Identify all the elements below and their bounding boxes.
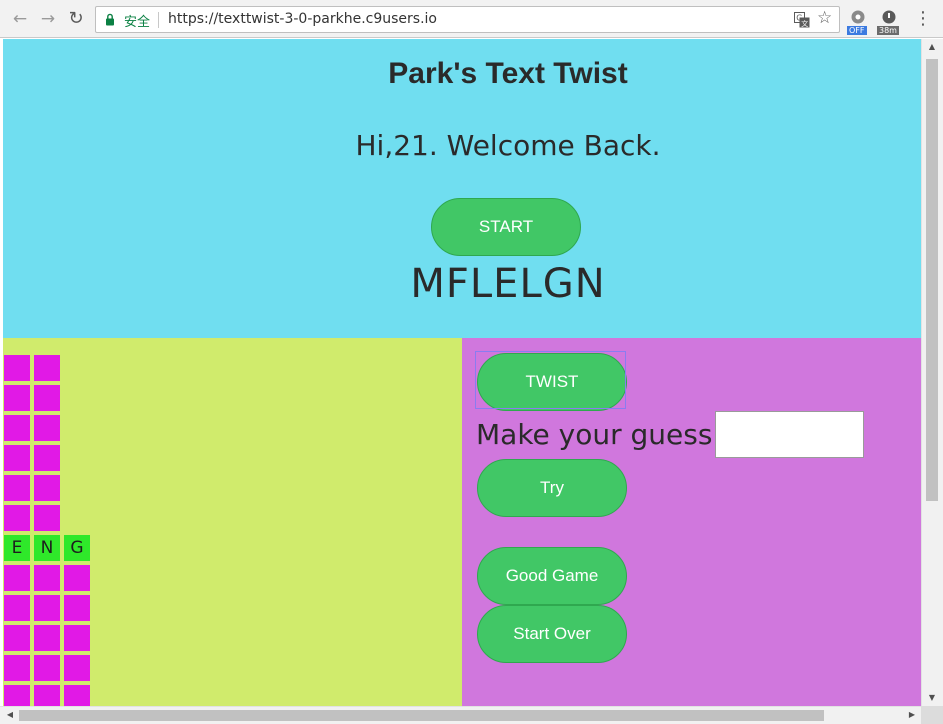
word-tile xyxy=(34,415,60,441)
control-panel: TWIST Make your guess: Try Good Game Sta… xyxy=(462,338,921,706)
url-text[interactable]: https://texttwist-3-0-parkhe.c9users.io xyxy=(168,11,437,27)
page-viewport: Park's Text Twist Hi,21. Welcome Back. S… xyxy=(3,39,921,706)
good-game-button[interactable]: Good Game xyxy=(477,547,627,605)
word-tile xyxy=(34,355,60,381)
word-tile xyxy=(64,595,90,621)
extension-timer-icon[interactable]: 38m xyxy=(877,10,899,35)
vertical-scrollbar[interactable]: ▲ ▼ xyxy=(921,39,943,706)
word-tile xyxy=(4,565,30,591)
word-tile xyxy=(64,625,90,651)
back-arrow-icon[interactable]: ← xyxy=(10,9,30,29)
horizontal-scrollbar[interactable]: ◀ ▶ xyxy=(0,706,921,724)
word-tile xyxy=(4,625,30,651)
guess-input[interactable] xyxy=(715,411,864,458)
lock-icon xyxy=(106,13,114,26)
omnibox-divider xyxy=(158,12,159,28)
word-board: ENG xyxy=(3,338,462,706)
word-tile xyxy=(34,595,60,621)
word-tile xyxy=(34,445,60,471)
menu-icon[interactable]: ⋮ xyxy=(914,9,932,29)
forward-arrow-icon[interactable]: → xyxy=(38,9,58,29)
word-tile xyxy=(4,355,30,381)
word-tile xyxy=(64,565,90,591)
start-button[interactable]: START xyxy=(431,198,581,256)
extension-icon[interactable]: OFF xyxy=(847,10,869,35)
word-tile xyxy=(34,475,60,501)
word-tile xyxy=(4,415,30,441)
twist-button[interactable]: TWIST xyxy=(477,353,627,411)
guess-label: Make your guess: xyxy=(476,418,722,451)
word-tile xyxy=(34,565,60,591)
page-title: Park's Text Twist xyxy=(388,57,628,90)
word-tile xyxy=(34,685,60,706)
scroll-left-icon[interactable]: ◀ xyxy=(3,710,17,719)
word-tile: E xyxy=(4,535,30,561)
extension-badge: OFF xyxy=(847,26,867,35)
word-tile xyxy=(4,595,30,621)
reload-icon[interactable]: ↻ xyxy=(66,9,86,29)
word-tile xyxy=(34,505,60,531)
scroll-down-icon[interactable]: ▼ xyxy=(925,693,939,702)
translate-icon[interactable]: G 文 xyxy=(794,12,810,28)
word-tile xyxy=(4,445,30,471)
header-panel: Park's Text Twist Hi,21. Welcome Back. S… xyxy=(3,39,921,338)
word-tile: N xyxy=(34,535,60,561)
word-tile xyxy=(4,685,30,706)
address-bar[interactable]: 安全 https://texttwist-3-0-parkhe.c9users.… xyxy=(95,6,840,33)
word-tile xyxy=(4,655,30,681)
scroll-up-icon[interactable]: ▲ xyxy=(925,42,939,51)
scrambled-letters: MFLELGN xyxy=(410,261,606,307)
word-tile xyxy=(64,685,90,706)
svg-text:文: 文 xyxy=(801,19,808,28)
word-tile xyxy=(4,385,30,411)
browser-toolbar: ← → ↻ 安全 https://texttwist-3-0-parkhe.c9… xyxy=(0,0,943,38)
horizontal-scroll-thumb[interactable] xyxy=(19,710,824,721)
scroll-right-icon[interactable]: ▶ xyxy=(905,710,919,719)
word-tile xyxy=(34,655,60,681)
try-button[interactable]: Try xyxy=(477,459,627,517)
word-tile xyxy=(4,475,30,501)
word-tile xyxy=(34,385,60,411)
vertical-scroll-thumb[interactable] xyxy=(926,59,938,501)
extension-timer-badge: 38m xyxy=(877,26,899,35)
word-tile: G xyxy=(64,535,90,561)
scrollbar-corner xyxy=(921,706,943,724)
word-tile xyxy=(34,625,60,651)
welcome-message: Hi,21. Welcome Back. xyxy=(355,129,661,162)
star-icon[interactable]: ☆ xyxy=(817,8,832,28)
word-tile xyxy=(4,505,30,531)
start-over-button[interactable]: Start Over xyxy=(477,605,627,663)
secure-label: 安全 xyxy=(124,15,151,30)
word-tile xyxy=(64,655,90,681)
